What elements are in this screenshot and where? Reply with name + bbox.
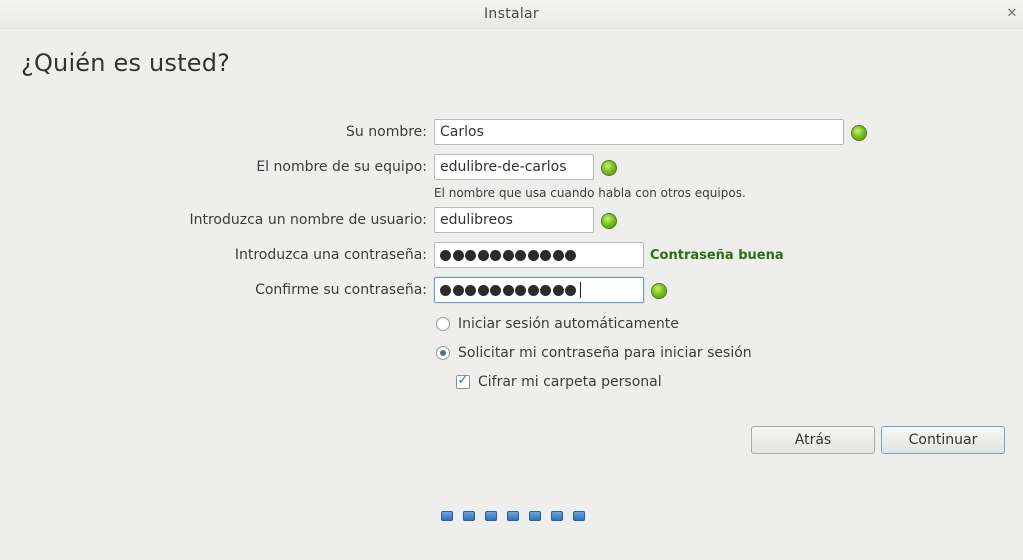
computer-name-ok-icon — [601, 160, 617, 176]
mask-dot — [565, 249, 576, 261]
mask-dot — [490, 249, 501, 261]
name-ok-icon — [851, 125, 867, 141]
computer-name-label: El nombre de su equipo: — [256, 159, 427, 175]
mask-dot — [502, 284, 514, 296]
progress-step — [529, 511, 541, 521]
username-input[interactable] — [434, 207, 594, 233]
mask-dot — [502, 249, 514, 261]
mask-dot — [440, 249, 451, 261]
require-password-option[interactable]: Solicitar mi contraseña para iniciar ses… — [436, 345, 752, 361]
password-input[interactable] — [434, 242, 644, 268]
mask-dot — [540, 284, 551, 296]
confirm-password-input[interactable] — [434, 277, 644, 303]
mask-dot — [477, 284, 489, 296]
progress-step — [507, 511, 519, 521]
auto-login-label: Iniciar sesión automáticamente — [458, 316, 679, 332]
name-label: Su nombre: — [346, 124, 427, 140]
progress-step — [551, 511, 563, 521]
password-mask — [440, 243, 638, 267]
confirm-password-ok-icon — [651, 283, 667, 299]
mask-dot — [452, 284, 464, 296]
mask-dot — [452, 249, 464, 261]
require-password-label: Solicitar mi contraseña para iniciar ses… — [458, 345, 752, 361]
username-ok-icon — [601, 213, 617, 229]
mask-dot — [540, 249, 551, 261]
mask-dot — [552, 249, 564, 261]
progress-step — [463, 511, 475, 521]
encrypt-home-label: Cifrar mi carpeta personal — [478, 374, 662, 390]
mask-dot — [477, 249, 489, 261]
mask-dot — [552, 284, 564, 296]
mask-dot — [465, 284, 476, 296]
install-progress-steps — [441, 511, 585, 521]
mask-dot — [465, 249, 476, 261]
confirm-password-mask — [440, 278, 638, 302]
mask-dot — [440, 284, 451, 296]
window-titlebar: Instalar ✕ — [0, 0, 1023, 29]
mask-dot — [527, 249, 539, 261]
progress-step — [573, 511, 585, 521]
encrypt-home-checkbox[interactable] — [456, 373, 470, 389]
text-cursor — [579, 282, 581, 298]
computer-name-hint: El nombre que usa cuando habla con otros… — [434, 186, 746, 200]
password-label: Introduzca una contraseña: — [234, 247, 427, 263]
progress-step — [441, 511, 453, 521]
page-title: ¿Quién es usted? — [21, 49, 231, 77]
computer-name-input[interactable] — [434, 154, 594, 180]
require-password-radio[interactable] — [436, 346, 450, 360]
username-label: Introduzca un nombre de usuario: — [189, 212, 427, 228]
mask-dot — [490, 284, 501, 296]
mask-dot — [527, 284, 539, 296]
close-icon[interactable]: ✕ — [1005, 7, 1019, 21]
encrypt-home-option[interactable]: Cifrar mi carpeta personal — [456, 373, 662, 390]
window-title: Instalar — [484, 6, 539, 22]
password-strength: Contraseña buena — [650, 248, 784, 263]
auto-login-option[interactable]: Iniciar sesión automáticamente — [436, 316, 679, 332]
confirm-password-label: Confirme su contraseña: — [255, 282, 427, 298]
continue-button[interactable]: Continuar — [881, 426, 1005, 454]
mask-dot — [515, 249, 526, 261]
auto-login-radio[interactable] — [436, 317, 450, 331]
progress-step — [485, 511, 497, 521]
mask-dot — [515, 284, 526, 296]
mask-dot — [565, 284, 576, 296]
name-input[interactable] — [434, 119, 844, 145]
back-button[interactable]: Atrás — [751, 426, 875, 454]
